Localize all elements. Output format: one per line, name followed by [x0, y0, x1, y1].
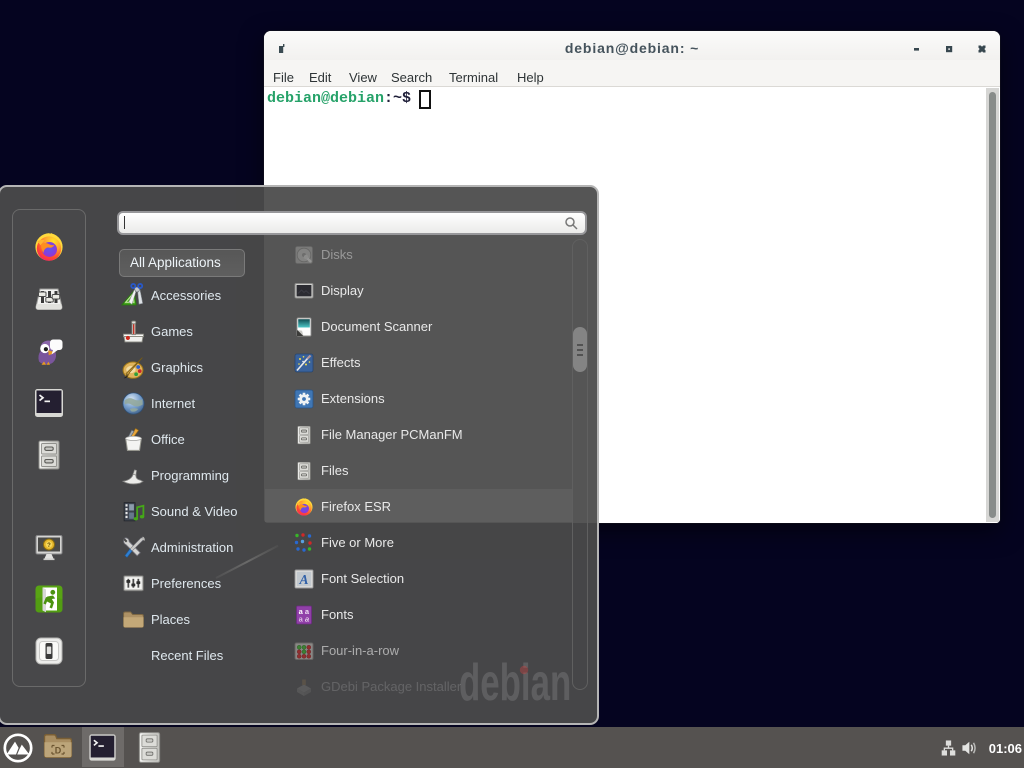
svg-text:a: a	[305, 615, 309, 624]
svg-text:D: D	[55, 745, 62, 755]
svg-text:debian: debian	[459, 654, 571, 707]
svg-text:?: ?	[47, 543, 51, 549]
svg-text:A: A	[298, 572, 308, 587]
